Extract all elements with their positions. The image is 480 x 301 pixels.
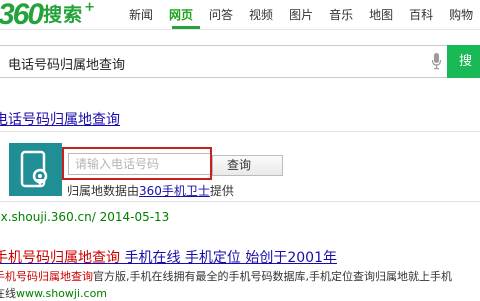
logo-360-search[interactable]: 360 搜索 + — [0, 0, 95, 31]
nav-item-maps[interactable]: 地图 — [369, 8, 393, 22]
header-divider — [0, 29, 480, 30]
result2-title-link[interactable]: 手机号码归属地查询 手机在线 手机定位 始创于2001年 — [0, 247, 337, 267]
logo-word: 搜索 — [43, 4, 84, 26]
result2-title-keyword: 手机号码归属地查询 — [0, 250, 120, 266]
nav-item-video[interactable]: 视频 — [249, 8, 273, 22]
microphone-icon[interactable] — [432, 53, 441, 70]
result2-snippet-cont: 在线 — [0, 287, 16, 300]
result-url: cx.shouji.360.cn/ 2014-05-13 — [0, 210, 170, 224]
result2-snippet-line2: 在线www.showji.com — [0, 285, 107, 301]
nav-item-news[interactable]: 新闻 — [129, 8, 153, 22]
search-query-text: 电话号码归属地查询 — [8, 58, 126, 73]
result2-snippet-keyword: 手机号码归属地查询 — [0, 270, 93, 283]
query-button[interactable]: 查询 — [212, 155, 283, 176]
nav-item-qa[interactable]: 问答 — [209, 8, 233, 22]
result-title-link[interactable]: 电话号码归属地查询 — [0, 109, 120, 129]
search-button[interactable]: 搜 — [447, 45, 480, 78]
source-link[interactable]: 360手机卫士 — [139, 184, 210, 198]
logo-number: 360 — [0, 0, 44, 31]
result2-snippet: 手机号码归属地查询官方版,手机在线拥有最全的手机号码数据库,手机定位查询归属地就… — [0, 268, 452, 284]
phone-location-icon — [9, 143, 62, 196]
result2-snippet-text: 官方版,手机在线拥有最全的手机号码数据库,手机定位查询归属地就上手机 — [93, 270, 452, 283]
result2-title-rest: 手机在线 手机定位 始创于2001年 — [120, 250, 337, 266]
source-prefix: 归属地数据由 — [67, 184, 140, 198]
result2-url: www.showji.com — [16, 287, 108, 300]
nav-item-web[interactable]: 网页 — [169, 8, 193, 22]
search-input[interactable]: 电话号码归属地查询 — [0, 45, 447, 78]
data-source-note: 归属地数据由360手机卫士提供 — [67, 182, 234, 199]
phone-number-input[interactable]: 请输入电话号码 — [68, 153, 211, 175]
logo-plus: + — [84, 0, 95, 15]
nav-item-baike[interactable]: 百科 — [409, 8, 433, 22]
nav-item-shopping[interactable]: 购物 — [449, 8, 473, 22]
top-nav: 新闻 网页 问答 视频 图片 音乐 地图 百科 购物 — [129, 8, 480, 22]
nav-item-images[interactable]: 图片 — [289, 8, 313, 22]
source-suffix: 提供 — [209, 184, 234, 198]
nav-item-music[interactable]: 音乐 — [329, 8, 353, 22]
